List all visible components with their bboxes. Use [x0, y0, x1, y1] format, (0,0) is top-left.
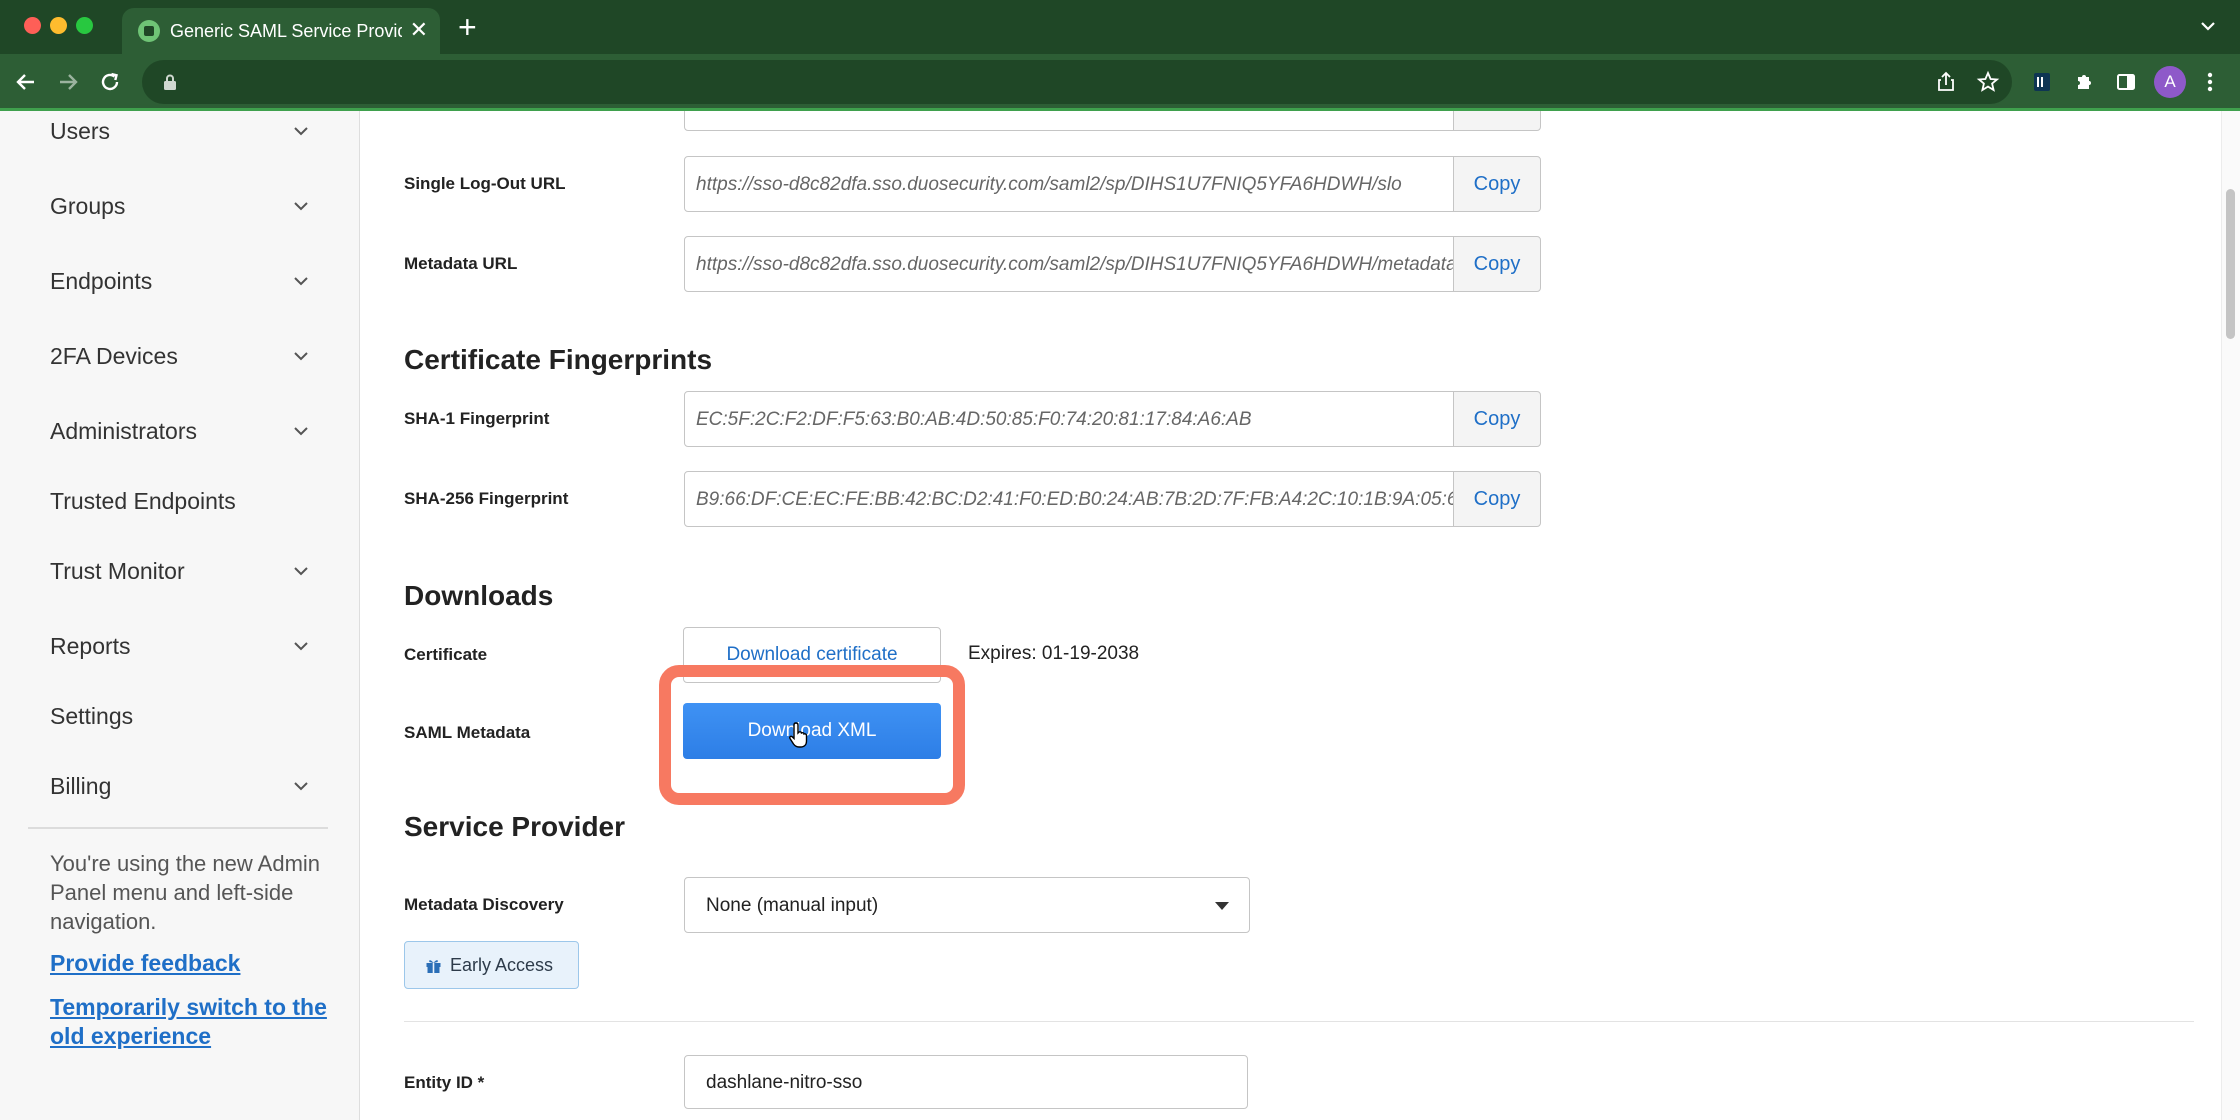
sidebar-item-label: 2FA Devices — [50, 342, 178, 369]
window-zoom-button[interactable] — [76, 17, 93, 34]
sidebar-item-label: Users — [50, 117, 111, 144]
new-tab-button[interactable]: + — [458, 10, 477, 44]
sidebar-item-label: Endpoints — [50, 267, 153, 294]
chevron-down-icon — [294, 202, 308, 211]
entity-id-label: Entity ID * — [404, 1073, 485, 1092]
certificate-label: Certificate — [404, 645, 488, 664]
slo-url-field[interactable]: https://sso-d8c82dfa.sso.duosecurity.com… — [684, 156, 1456, 212]
lock-icon — [164, 74, 176, 90]
entity-id-input[interactable]: dashlane-nitro-sso — [684, 1055, 1248, 1109]
service-provider-heading: Service Provider — [404, 811, 626, 842]
chevron-down-icon — [294, 352, 308, 361]
slo-url-label: Single Log-Out URL — [404, 174, 566, 193]
sidebar-item-trusted-endpoints[interactable]: Trusted Endpoints — [50, 481, 310, 521]
profile-avatar[interactable]: A — [2154, 66, 2186, 98]
page-scrollbar[interactable] — [2221, 111, 2240, 1120]
dashlane-extension-icon[interactable] — [2028, 68, 2056, 96]
sidebar-item-label: Reports — [50, 632, 131, 659]
copy-sign-on-url-button[interactable] — [1453, 111, 1541, 131]
caret-down-icon — [1215, 902, 1229, 910]
extensions-puzzle-icon[interactable] — [2070, 68, 2098, 96]
scrollbar-thumb[interactable] — [2226, 189, 2235, 339]
hand-cursor-icon — [789, 722, 808, 748]
switch-old-experience-link[interactable]: Temporarily switch to the old experience — [50, 993, 340, 1051]
copy-slo-url-button[interactable]: Copy — [1453, 156, 1541, 212]
sidebar-item-administrators[interactable]: Administrators — [50, 411, 310, 451]
copy-metadata-url-button[interactable]: Copy — [1453, 236, 1541, 292]
sha1-field[interactable]: EC:5F:2C:F2:DF:F5:63:B0:AB:4D:50:85:F0:7… — [684, 391, 1456, 447]
address-bar[interactable] — [142, 60, 2012, 104]
section-divider — [404, 1021, 2194, 1022]
sidebar-item-reports[interactable]: Reports — [50, 626, 310, 666]
sidebar-item-label: Groups — [50, 192, 126, 219]
window-close-button[interactable] — [24, 17, 41, 34]
copy-sha1-button[interactable]: Copy — [1453, 391, 1541, 447]
sidebar-item-label: Settings — [50, 702, 134, 729]
sidebar-item-settings[interactable]: Settings — [50, 696, 310, 736]
early-access-badge: Early Access — [404, 941, 579, 989]
sidebar-item-label: Billing — [50, 772, 112, 799]
browser-menu-kebab-icon[interactable] — [2196, 68, 2224, 96]
sidebar-item-users[interactable]: Users — [50, 111, 310, 151]
chevron-down-icon — [294, 642, 308, 651]
chevron-down-icon — [294, 427, 308, 436]
provide-feedback-link[interactable]: Provide feedback — [50, 949, 340, 978]
chevron-down-icon — [294, 782, 308, 791]
sidebar-item-groups[interactable]: Groups — [50, 186, 310, 226]
sidebar: Users Groups Endpoints 2FA Devices Admin… — [0, 111, 360, 1120]
certificate-expiry: Expires: 01-19-2038 — [968, 643, 1140, 664]
chevron-down-icon — [294, 567, 308, 576]
forward-arrow-icon[interactable] — [54, 68, 82, 96]
new-experience-note: You're using the new Admin Panel menu an… — [50, 851, 321, 934]
metadata-url-label: Metadata URL — [404, 254, 518, 273]
sidebar-item-trust-monitor[interactable]: Trust Monitor — [50, 551, 310, 591]
sha256-field[interactable]: B9:66:DF:CE:EC:FE:BB:42:BC:D2:41:F0:ED:B… — [684, 471, 1456, 527]
sidebar-item-label: Trust Monitor — [50, 557, 185, 584]
browser-tab-bar: Generic SAML Service Provider ✕ + — [0, 0, 2240, 54]
metadata-discovery-select[interactable]: None (manual input) — [684, 877, 1250, 933]
download-xml-button[interactable]: Download XML — [683, 703, 941, 759]
duo-favicon-icon — [138, 20, 160, 42]
saml-metadata-label: SAML Metadata — [404, 723, 531, 742]
tab-close-icon[interactable]: ✕ — [410, 19, 428, 41]
chevron-down-icon — [294, 277, 308, 286]
gift-icon — [426, 959, 441, 973]
sha256-label: SHA-256 Fingerprint — [404, 489, 569, 508]
sidebar-item-label: Trusted Endpoints — [50, 487, 236, 514]
metadata-discovery-label: Metadata Discovery — [404, 895, 564, 914]
side-panel-icon[interactable] — [2112, 68, 2140, 96]
browser-tab-active[interactable]: Generic SAML Service Provider ✕ — [122, 8, 440, 54]
tab-title: Generic SAML Service Provider — [170, 21, 402, 41]
bookmark-star-icon[interactable] — [1974, 68, 2002, 96]
sidebar-item-2fa-devices[interactable]: 2FA Devices — [50, 336, 310, 376]
window-minimize-button[interactable] — [50, 17, 67, 34]
sidebar-item-label: Administrators — [50, 417, 197, 444]
downloads-heading: Downloads — [404, 580, 554, 611]
share-icon[interactable] — [1932, 68, 1960, 96]
browser-toolbar: A — [0, 54, 2240, 110]
sha1-label: SHA-1 Fingerprint — [404, 409, 550, 428]
sidebar-item-billing[interactable]: Billing — [50, 766, 310, 806]
main-content: Single Log-Out URL https://sso-d8c82dfa.… — [361, 111, 2221, 1120]
sidebar-divider — [28, 827, 328, 829]
back-arrow-icon[interactable] — [12, 68, 40, 96]
reload-icon[interactable] — [96, 68, 124, 96]
certificate-fingerprints-heading: Certificate Fingerprints — [404, 344, 713, 375]
sign-on-url-field[interactable] — [684, 111, 1456, 131]
sidebar-item-endpoints[interactable]: Endpoints — [50, 261, 310, 301]
tab-search-chevron-icon[interactable] — [2198, 16, 2218, 36]
chevron-down-icon — [294, 127, 308, 136]
copy-sha256-button[interactable]: Copy — [1453, 471, 1541, 527]
metadata-url-field[interactable]: https://sso-d8c82dfa.sso.duosecurity.com… — [684, 236, 1456, 292]
